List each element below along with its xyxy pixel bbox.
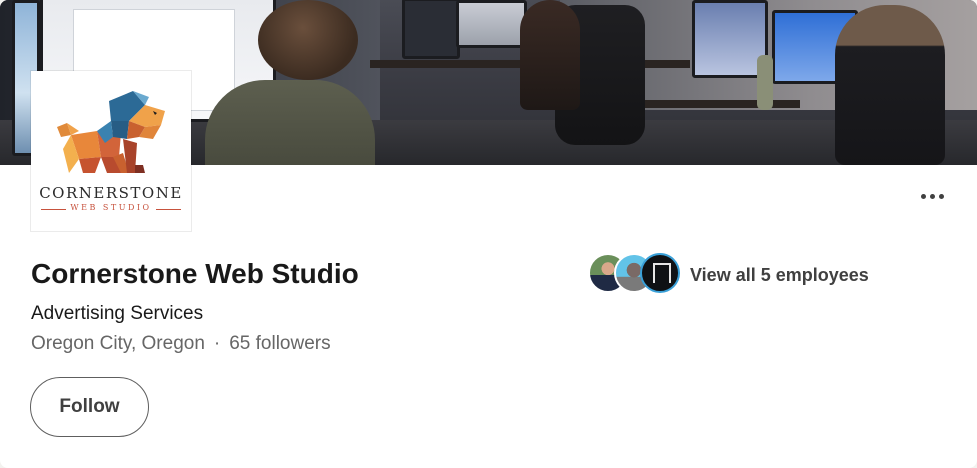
company-meta: Oregon City, Oregon · 65 followers [31,333,331,355]
follower-count[interactable]: 65 followers [229,333,330,354]
more-options-button[interactable] [915,186,949,206]
view-employees-link[interactable]: View all 5 employees [690,265,869,286]
company-logo[interactable]: CORNERSTONE WEB STUDIO [31,71,191,231]
meta-separator: · [213,333,221,354]
follow-button[interactable]: Follow [30,377,149,437]
employee-avatars[interactable] [588,253,684,293]
company-page-card: CORNERSTONE WEB STUDIO Cornerstone Web S… [0,0,977,468]
company-location: Oregon City, Oregon [31,333,205,354]
lion-logo-icon [57,91,165,173]
company-industry: Advertising Services [31,303,204,324]
ellipsis-icon [920,193,944,199]
company-name: Cornerstone Web Studio [31,258,359,289]
logo-wordmark: CORNERSTONE [39,184,183,202]
logo-subtitle: WEB STUDIO [70,203,152,212]
avatar [640,253,680,293]
